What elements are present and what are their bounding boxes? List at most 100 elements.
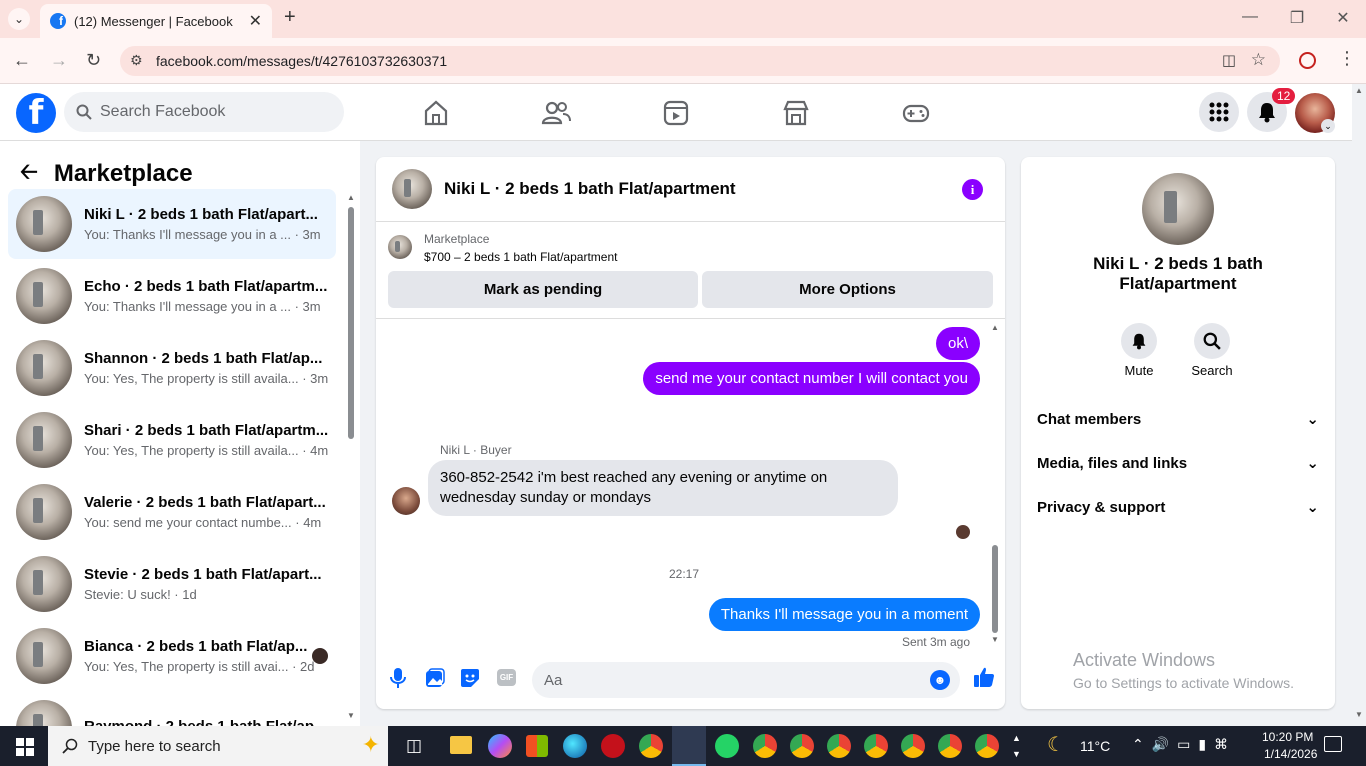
- mark-as-pending-button[interactable]: Mark as pending: [388, 271, 698, 308]
- marketplace-icon[interactable]: [781, 98, 811, 128]
- conversation-item[interactable]: Niki L · 2 beds 1 bath Flat/apart... You:…: [8, 189, 336, 259]
- store-icon[interactable]: [526, 735, 548, 757]
- bell-icon: [1132, 333, 1146, 350]
- bookmark-star-icon[interactable]: ☆: [1251, 50, 1266, 70]
- pinned-app-icon[interactable]: [672, 726, 706, 766]
- sender-avatar[interactable]: [392, 487, 420, 515]
- taskbar-scroll-arrows[interactable]: ▲ ▼: [1012, 730, 1021, 762]
- conversation-item[interactable]: Echo · 2 beds 1 bath Flat/apartm... You: …: [8, 261, 336, 331]
- copilot-icon[interactable]: [488, 734, 512, 758]
- address-bar[interactable]: ⚙ facebook.com/messages/t/42761037326303…: [120, 46, 1280, 76]
- conversation-item[interactable]: Bianca · 2 beds 1 bath Flat/ap... You: Ye…: [8, 621, 336, 691]
- chrome-icon[interactable]: [639, 734, 663, 758]
- incoming-message[interactable]: 360-852-2542 i'm best reached any evenin…: [428, 460, 898, 516]
- conversation-item[interactable]: Raymond · 2 beds 1 bath Flat/ap...: [8, 693, 336, 726]
- mute-label: Mute: [1124, 363, 1154, 378]
- clock-date[interactable]: 1/14/2026: [1264, 747, 1317, 761]
- message-input[interactable]: Aa ☻: [532, 662, 960, 698]
- gif-icon[interactable]: GIF: [497, 669, 516, 686]
- listing-thumbnail: [16, 412, 72, 468]
- page-scrollbar[interactable]: ▲ ▼: [1352, 84, 1366, 726]
- conversation-name: Shari · 2 beds 1 bath Flat/apartm...: [84, 422, 329, 439]
- notification-center-icon[interactable]: [1324, 736, 1342, 752]
- chrome-icon[interactable]: [827, 734, 851, 758]
- chrome-icon[interactable]: [938, 734, 962, 758]
- file-explorer-icon[interactable]: [450, 736, 472, 754]
- browser-toolbar: ← → ↻ ⚙ facebook.com/messages/t/42761037…: [0, 38, 1366, 84]
- close-tab-icon[interactable]: ✕: [249, 11, 262, 31]
- friends-icon[interactable]: [541, 98, 571, 128]
- tray-icons[interactable]: ⌃🔊▭▮⌘: [1132, 736, 1236, 753]
- listing-thumbnail: [16, 700, 72, 726]
- chrome-icon[interactable]: [901, 734, 925, 758]
- back-icon[interactable]: ←: [13, 50, 31, 71]
- privacy-support-section[interactable]: Privacy & support ⌄: [1037, 498, 1319, 517]
- whatsapp-icon[interactable]: [715, 734, 739, 758]
- chrome-icon[interactable]: [864, 734, 888, 758]
- conversation-scrollbar[interactable]: ▲ ▼: [346, 193, 356, 723]
- sent-status: Sent 3m ago: [901, 635, 970, 649]
- listing-title[interactable]: $700 – 2 beds 1 bath Flat/apartment: [424, 250, 617, 264]
- chat-listing-thumbnail[interactable]: [392, 169, 432, 209]
- photo-icon[interactable]: [425, 668, 445, 688]
- conversation-name: Echo · 2 beds 1 bath Flat/apartm...: [84, 278, 328, 295]
- facebook-logo[interactable]: f: [16, 93, 56, 133]
- chrome-icon[interactable]: [753, 734, 777, 758]
- task-view-icon[interactable]: ◫: [406, 736, 422, 756]
- windows-start-icon[interactable]: [16, 738, 34, 756]
- new-tab-button[interactable]: +: [284, 6, 296, 29]
- video-icon[interactable]: [661, 98, 691, 128]
- profile-listing-image[interactable]: [1142, 173, 1214, 245]
- conversation-item[interactable]: Shannon · 2 beds 1 bath Flat/ap... You: Y…: [8, 333, 336, 403]
- section-label: Chat members: [1037, 410, 1142, 428]
- chat-title[interactable]: Niki L · 2 beds 1 bath Flat/apartment: [444, 179, 736, 199]
- more-options-button[interactable]: More Options: [702, 271, 993, 308]
- like-icon[interactable]: [973, 666, 995, 688]
- install-app-icon[interactable]: ◫: [1222, 51, 1236, 69]
- chat-scrollbar[interactable]: ▲ ▼: [989, 323, 1001, 647]
- home-icon[interactable]: [421, 98, 451, 128]
- tab-list-button[interactable]: ⌄: [8, 8, 30, 30]
- back-arrow-icon[interactable]: 🡠: [20, 155, 38, 193]
- app-icon[interactable]: [601, 734, 625, 758]
- facebook-favicon-icon: f: [50, 13, 66, 29]
- close-window-button[interactable]: ✕: [1331, 8, 1355, 28]
- conversation-item[interactable]: Stevie · 2 beds 1 bath Flat/apart... Stev…: [8, 549, 336, 619]
- sticker-icon[interactable]: [460, 668, 480, 688]
- outgoing-message[interactable]: send me your contact number I will conta…: [643, 362, 980, 395]
- menu-grid-button[interactable]: [1199, 92, 1239, 132]
- conversation-item[interactable]: Shari · 2 beds 1 bath Flat/apartm... You:…: [8, 405, 336, 475]
- message-composer: GIF Aa ☻: [376, 653, 1005, 709]
- gaming-icon[interactable]: [901, 98, 931, 128]
- forward-icon[interactable]: →: [50, 50, 68, 71]
- tab-title: (12) Messenger | Facebook: [74, 13, 233, 29]
- outgoing-message[interactable]: Thanks I'll message you in a moment: [708, 598, 980, 631]
- outgoing-message[interactable]: ok\: [935, 327, 980, 360]
- account-chevron-icon[interactable]: ⌄: [1321, 119, 1335, 133]
- clock-time[interactable]: 10:20 PM: [1262, 730, 1313, 744]
- chrome-icon[interactable]: [975, 734, 999, 758]
- conversation-item[interactable]: Valerie · 2 beds 1 bath Flat/apart... You…: [8, 477, 336, 547]
- site-info-icon[interactable]: ⚙: [130, 52, 143, 69]
- search-conversation-button[interactable]: Search: [1191, 323, 1233, 378]
- microphone-icon[interactable]: [390, 667, 406, 689]
- conversation-name: Bianca · 2 beds 1 bath Flat/ap...: [84, 638, 308, 655]
- reload-icon[interactable]: ↻: [86, 50, 101, 71]
- minimize-button[interactable]: —: [1238, 8, 1262, 26]
- mute-button[interactable]: Mute: [1121, 323, 1157, 378]
- search-input[interactable]: Search Facebook: [64, 92, 344, 132]
- media-files-section[interactable]: Media, files and links ⌄: [1037, 454, 1319, 473]
- profile-icon[interactable]: [1299, 52, 1316, 69]
- weather-temp[interactable]: 11°C: [1080, 738, 1110, 754]
- taskbar-search-input[interactable]: Type here to search ✦: [48, 726, 388, 766]
- emoji-icon[interactable]: ☻: [930, 670, 950, 690]
- chrome-icon[interactable]: [790, 734, 814, 758]
- browser-tab[interactable]: f (12) Messenger | Facebook ✕: [40, 4, 272, 38]
- edge-icon[interactable]: [563, 734, 587, 758]
- url-text: facebook.com/messages/t/4276103732630371: [156, 53, 448, 69]
- browser-menu-icon[interactable]: ⋮: [1338, 48, 1356, 69]
- chat-members-section[interactable]: Chat members ⌄: [1037, 410, 1319, 429]
- info-icon[interactable]: i: [962, 179, 983, 200]
- restore-button[interactable]: ❐: [1285, 8, 1309, 28]
- chat-header: Niki L · 2 beds 1 bath Flat/apartment i: [376, 157, 1005, 222]
